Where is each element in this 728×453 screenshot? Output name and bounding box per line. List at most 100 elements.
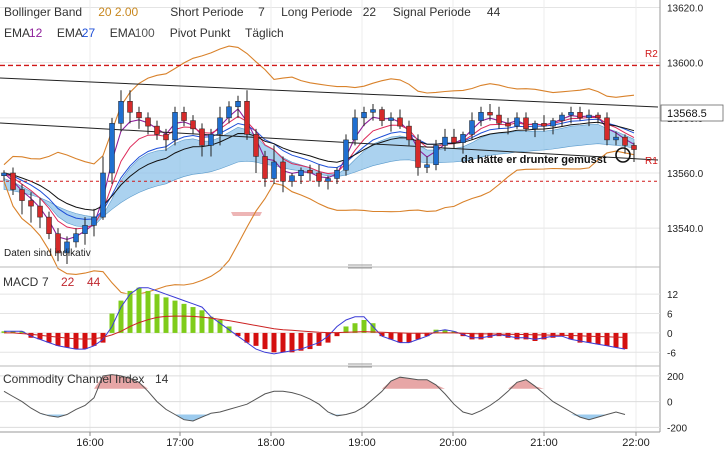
candle-body [433,145,439,165]
macd-bar [361,320,367,333]
candle [388,112,394,132]
candle [352,109,358,146]
time-axis: 16:00 17:00 18:00 19:00 20:00 21:00 22:00 [76,432,650,449]
macd-y-tick: -6 [667,348,676,359]
pivot-r2-label: R2 [645,49,658,60]
candle-body [154,125,160,135]
macd-bar [406,332,412,343]
candle-body [109,123,115,174]
legend-label: Pivot Punkt [170,26,231,40]
candle [136,106,142,129]
macd-bar [280,332,286,353]
macd-bar [46,332,52,343]
panel-separator-2[interactable] [0,363,660,368]
candle [118,90,124,132]
candle-body [217,117,223,135]
candle-body [307,169,313,174]
y-tick-label: 13620.0 [667,4,704,15]
macd-y-tick: 12 [667,290,679,301]
candle-body [559,114,565,121]
candle-body [208,134,214,146]
legend-params: 22 [363,5,377,19]
legend-params: 20 2.00 [98,5,138,19]
candle-body [406,125,412,141]
candle [109,117,115,185]
candle [100,156,106,220]
candle [523,112,529,132]
candle-body [19,189,25,201]
cci-y-tick: -200 [667,423,687,434]
candle-body [82,225,88,234]
legend-label: Short Periode [170,5,244,19]
macd-bar [64,332,70,348]
candle [397,109,403,129]
candle-body [280,161,286,182]
candle-body [244,101,250,135]
macd-y-tick: 6 [667,310,673,321]
cloud-red-segment [231,212,262,216]
legend-params: Täglich [245,26,284,40]
chart-canvas: da hätte er drunter gemusst Daten sind i… [0,0,724,449]
macd-bar [595,332,601,345]
candle [235,95,241,118]
candle [586,109,592,127]
cci-y-tick: 200 [667,372,684,383]
candle-body [190,120,196,130]
main-panel: da hätte er drunter gemusst Daten sind i… [0,0,660,432]
time-label: 22:00 [622,437,650,449]
macd-bar [397,332,403,343]
time-label: 21:00 [530,437,558,449]
candle-body [37,205,43,218]
candle [226,101,232,124]
candle-body [343,139,349,171]
candle [451,128,457,149]
candle-body [172,112,178,141]
y-tick-label: 13560.0 [667,169,704,180]
macd-signal-line [4,315,626,340]
candle-body [577,112,583,119]
cci-oversold-fill [4,414,625,421]
candle-body [586,114,592,119]
indicative-note: Daten sind indikativ [4,248,91,259]
candle-body [568,112,574,116]
macd-legend: MACD 7 22 44 [3,275,101,289]
legend-label: EMA [57,26,83,40]
time-label: 16:00 [76,437,104,449]
macd-bar [334,332,340,337]
legend-label: Signal Periode [393,5,471,19]
candle [253,128,259,173]
candle [379,106,385,127]
macd-bar [199,310,205,333]
candle-body [478,112,484,121]
candle [73,228,79,248]
macd-bar [514,332,520,340]
cci-y-tick: 0 [667,398,673,409]
legend-params: 7 [258,5,265,19]
macd-bar [154,294,160,333]
macd-bar [262,332,268,350]
time-label: 18:00 [257,437,285,449]
macd-bar [604,332,610,346]
macd-bar [289,332,295,353]
current-price-tag: 13568.5 [660,104,724,122]
annotation-text: da hätte er drunter gemusst [461,154,607,166]
macd-bar [163,297,169,333]
candle-body [442,136,448,146]
panel-separator-1[interactable] [0,264,660,269]
macd-bar [505,332,511,338]
candle [343,134,349,176]
candle [244,90,250,140]
candle-body [604,117,610,141]
candle-body [235,101,241,108]
candle-body [379,109,385,121]
candle-body [163,134,169,141]
macd-bar [91,332,97,346]
main-legend: Bollinger Band 20 2.00 Short Periode 7 Long … [4,5,501,40]
candle-body [298,169,304,176]
legend-label: EMA [4,26,30,40]
candle-body [631,145,637,150]
candle-body [352,117,358,141]
macd-param: 44 [87,275,101,289]
candle-body [523,117,529,130]
time-label: 17:00 [166,437,194,449]
